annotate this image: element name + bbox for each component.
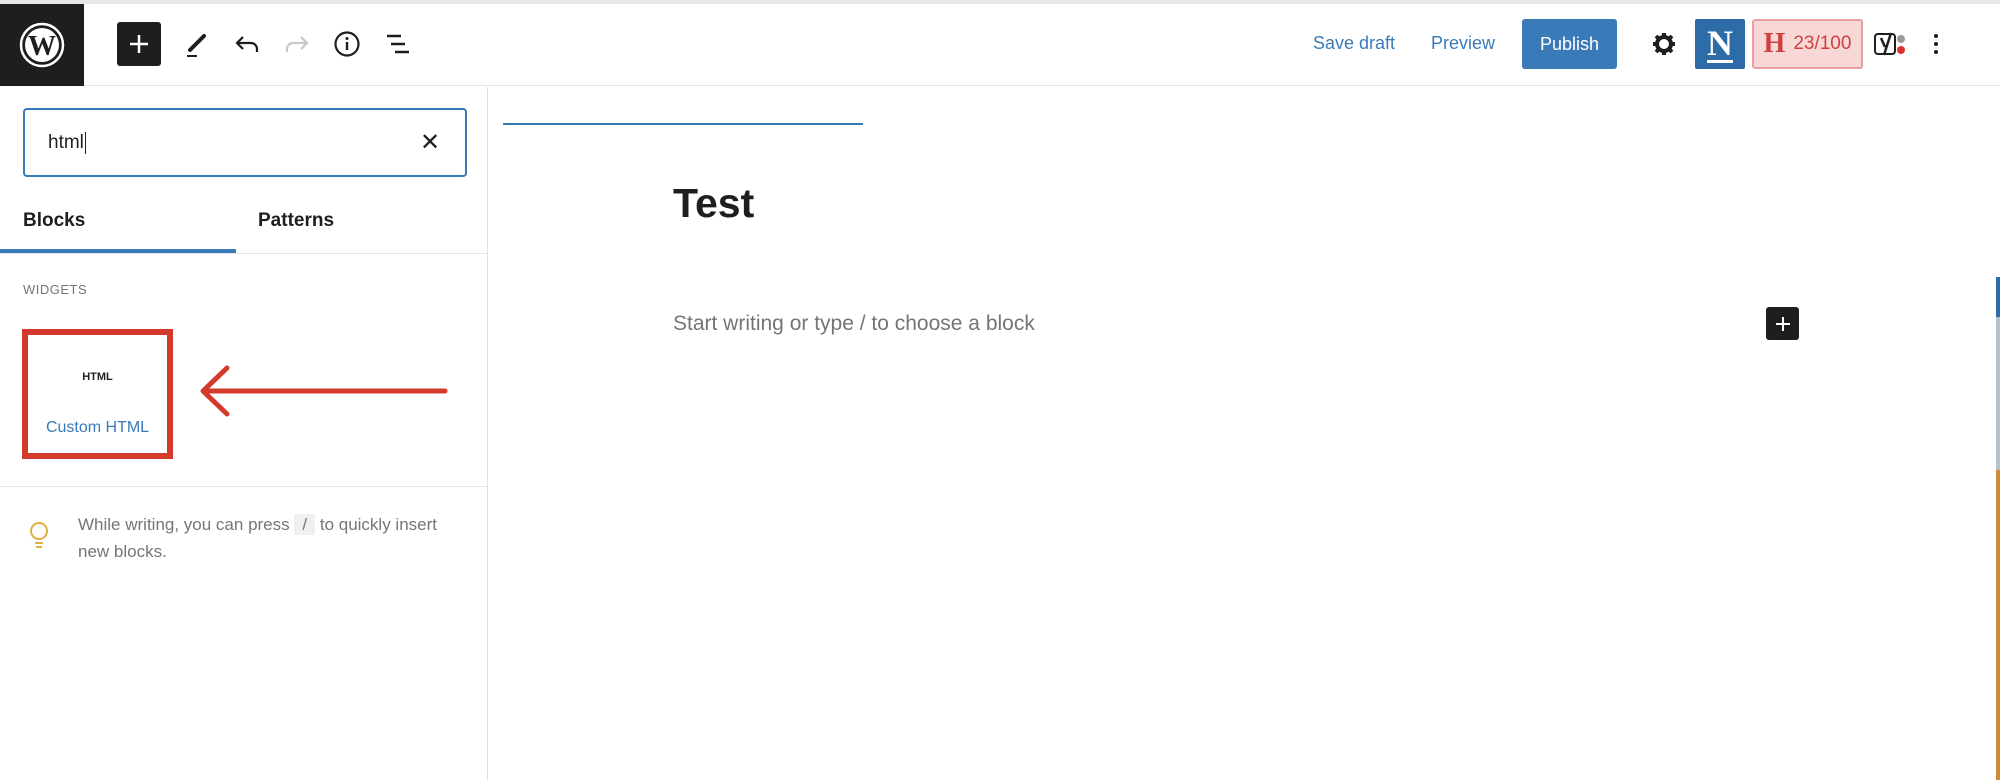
divider [0,253,488,254]
tab-patterns[interactable]: Patterns [258,210,334,232]
category-heading: WIDGETS [23,282,88,297]
preview-button[interactable]: Preview [1431,33,1495,54]
tip-text: While writing, you can press / to quickl… [78,511,468,565]
more-options-icon[interactable] [1926,22,1946,66]
publish-button[interactable]: Publish [1522,19,1617,69]
yoast-icon[interactable] [1868,22,1912,66]
block-search-input[interactable]: html [23,108,467,177]
list-view-icon[interactable] [376,22,420,66]
window-edge [1996,87,2000,780]
tab-blocks[interactable]: Blocks [23,210,85,232]
undo-icon[interactable] [225,22,269,66]
post-title[interactable]: Test [673,180,754,227]
save-draft-button[interactable]: Save draft [1313,33,1395,54]
shortcut-key: / [294,514,316,535]
pencil-icon[interactable] [175,22,219,66]
block-label: Custom HTML [45,419,150,436]
seo-score: 23/100 [1793,33,1852,54]
redo-icon[interactable] [275,22,319,66]
add-block-button[interactable] [117,22,161,66]
custom-html-block-item[interactable]: HTML Custom HTML [22,329,173,459]
svg-text:W: W [28,31,56,62]
plugin-n-label: N [1707,22,1733,63]
loading-bar [503,123,863,125]
tip-before: While writing, you can press [78,515,290,534]
html-icon: HTML [82,371,113,383]
close-icon[interactable]: ✕ [420,128,440,157]
block-placeholder[interactable]: Start writing or type / to choose a bloc… [673,312,1035,336]
divider [0,486,488,487]
inline-add-block-button[interactable] [1766,307,1799,340]
plugin-n-button[interactable]: N [1695,19,1745,69]
gear-icon[interactable] [1642,22,1686,66]
seo-score-button[interactable]: H 23/100 [1752,19,1863,69]
lightbulb-icon [27,520,51,557]
info-icon[interactable] [325,22,369,66]
annotation-arrow [200,365,448,417]
search-value: html [48,131,84,153]
seo-h-icon: H [1763,28,1786,59]
wordpress-logo-icon[interactable]: W [0,4,84,86]
